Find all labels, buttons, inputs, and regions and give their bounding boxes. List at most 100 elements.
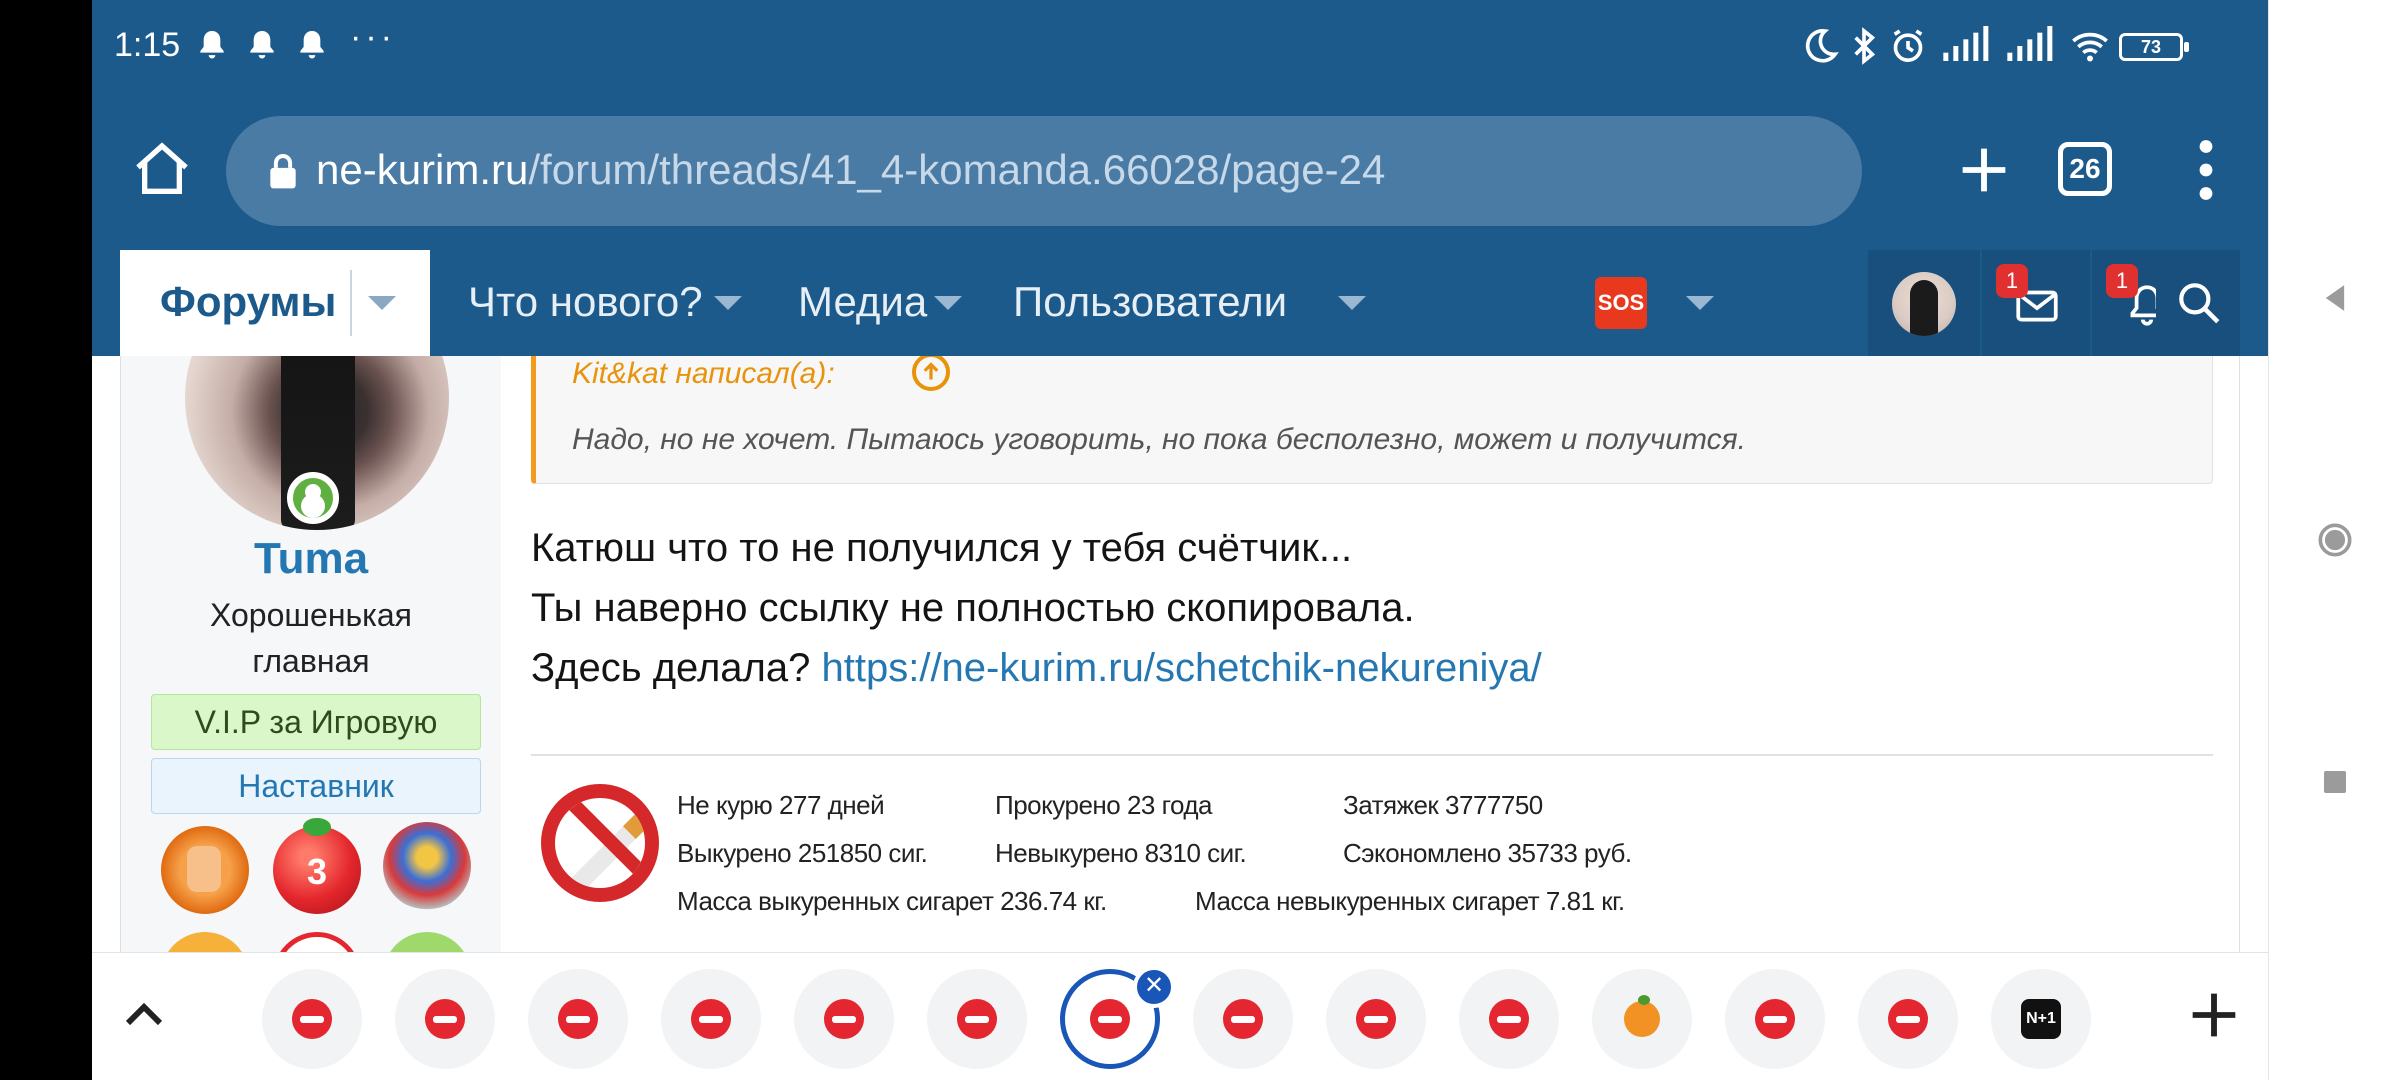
post-text-line: Ты наверно ссылку не полностью скопирова… [531,586,1415,630]
username-link[interactable]: Tuma [121,534,501,584]
site-favicon-icon [425,999,465,1039]
inbox-badge: 1 [1996,264,2028,298]
post-body: Kit&kat написал(а): Надо, но не хочет. П… [501,356,2239,952]
search-button[interactable] [2156,250,2240,356]
quote-author[interactable]: Kit&kat написал(а): [572,357,835,391]
recents-button[interactable] [2269,742,2400,822]
lock-icon [266,152,300,190]
browser-window: 1:15 ··· 73 ne-kurim.ru/forum/threads/41… [92,0,2268,1080]
tab-item[interactable]: N+1 [1991,969,2091,1069]
signal-icon [1940,26,1990,66]
tab-item[interactable] [395,969,495,1069]
counter-puffs: Затяжек 3777750 [1343,790,1543,820]
tab-item[interactable] [794,969,894,1069]
thumbs-up-trophy-icon[interactable] [161,826,249,914]
quote-text: Надо, но не хочет. Пытаюсь уговорить, но… [572,423,1746,456]
counter-not-smoked-cigs: Невыкурено 8310 сиг. [995,838,1247,868]
home-button[interactable] [130,138,194,202]
tab-item[interactable] [1326,969,1426,1069]
notification-bell-icon [192,26,232,66]
tab-item[interactable] [1725,969,1825,1069]
tab-users[interactable]: Пользователи [1013,278,1287,326]
tab-item[interactable] [528,969,628,1069]
tab-item[interactable] [927,969,1027,1069]
online-status-icon [287,472,339,524]
counter-saved: Сэкономлено 35733 руб. [1343,838,1632,868]
site-favicon-icon [292,999,332,1039]
paint-trophy-icon[interactable] [383,822,471,910]
home-system-button[interactable] [2269,500,2400,580]
trophy-icon[interactable] [273,932,361,952]
post-text-line: Здесь делала? https://ne-kurim.ru/schetc… [531,646,1542,691]
tab-item[interactable] [661,969,761,1069]
url-text[interactable]: ne-kurim.ru/forum/threads/41_4-komanda.6… [316,146,1385,194]
collapse-tab-strip-button[interactable] [112,983,176,1047]
account-button[interactable] [1868,250,1980,356]
tab-separator [350,270,352,336]
chevron-down-icon[interactable] [1338,296,1366,310]
tab-item[interactable] [1193,969,1293,1069]
notification-bell-icon [292,26,332,66]
site-favicon-icon [1356,999,1396,1039]
tomato-trophy-icon[interactable]: 3 [273,818,361,914]
site-favicon-icon [558,999,598,1039]
chevron-down-icon[interactable] [714,296,742,310]
signature-divider [531,754,2213,756]
forum-nav-bar: Форумы Что нового? Медиа Пользователи SO… [120,250,2240,356]
browser-menu-button[interactable] [2186,138,2226,202]
phone-screen: 1:15 ··· 73 ne-kurim.ru/forum/threads/41… [0,0,2400,1080]
tab-strip: ✕ N+1 [92,952,2268,1080]
tab-sos[interactable]: SOS [1595,277,1647,329]
orange-favicon-icon [1624,995,1660,1037]
signal-icon [2004,26,2054,66]
counter-link[interactable]: https://ne-kurim.ru/schetchik-nekureniya… [822,646,1542,690]
tab-switcher-button[interactable]: 26 [2058,142,2112,196]
user-banner-vip: V.I.P за Игровую [151,694,481,750]
bluetooth-icon [1844,26,1884,66]
tab-item[interactable] [262,969,362,1069]
site-favicon-icon [691,999,731,1039]
site-favicon-icon [1888,999,1928,1039]
back-button[interactable] [2269,258,2400,338]
quote-block: Kit&kat написал(а): Надо, но не хочет. П… [531,356,2213,484]
wifi-icon [2066,26,2114,66]
tab-item[interactable] [1459,969,1559,1069]
counter-mass-smoked: Масса выкуренных сигарет 236.74 кг. [677,886,1107,916]
forum-navigation: Форумы Что нового? Медиа Пользователи SO… [92,246,2268,356]
tab-forums[interactable]: Форумы [120,250,430,356]
recents-square-icon [2324,771,2346,793]
post-user-sidebar: Tuma Хорошенькая главная V.I.P за Игрову… [121,356,501,952]
tab-media[interactable]: Медиа [798,278,927,326]
tab-item-active[interactable]: ✕ [1060,966,1175,1069]
tab-forums-label: Форумы [160,278,337,325]
address-bar[interactable]: ne-kurim.ru/forum/threads/41_4-komanda.6… [226,116,1862,226]
post-text-fragment: Здесь делала? [531,646,822,690]
system-navigation-bar [2268,0,2400,1080]
home-icon [136,142,188,194]
tab-item[interactable] [1858,969,1958,1069]
add-tab-button[interactable] [2182,983,2246,1047]
url-host: ne-kurim.ru [316,146,529,193]
chevron-down-icon[interactable] [1686,296,1714,310]
search-icon [2179,283,2220,324]
inbox-button[interactable]: 1 [1982,250,2090,356]
plus-icon [1962,148,2006,192]
trophy-icon[interactable] [383,932,471,952]
site-favicon-icon [1223,999,1263,1039]
browser-toolbar: ne-kurim.ru/forum/threads/41_4-komanda.6… [92,96,2268,246]
new-tab-button[interactable] [1952,138,2016,202]
tab-item[interactable] [1592,969,1692,1069]
site-favicon-icon [1090,999,1130,1039]
smoking-counter-widget[interactable]: Не курю 277 дней Прокурено 23 года Затяж… [531,766,1731,916]
counter-mass-not-smoked: Масса невыкуренных сигарет 7.81 кг. [1195,886,1625,916]
user-banner-mentor: Наставник [151,758,481,814]
notification-bell-icon [242,26,282,66]
chevron-down-icon[interactable] [934,296,962,310]
arrow-up-circle-icon[interactable] [912,356,950,391]
tab-whats-new[interactable]: Что нового? [468,278,703,326]
status-overflow-dots: ··· [350,18,396,56]
site-favicon-icon [1489,999,1529,1039]
trophy-icon[interactable] [161,932,249,952]
close-tab-button[interactable]: ✕ [1133,966,1175,1008]
chevron-down-icon[interactable] [368,296,396,310]
